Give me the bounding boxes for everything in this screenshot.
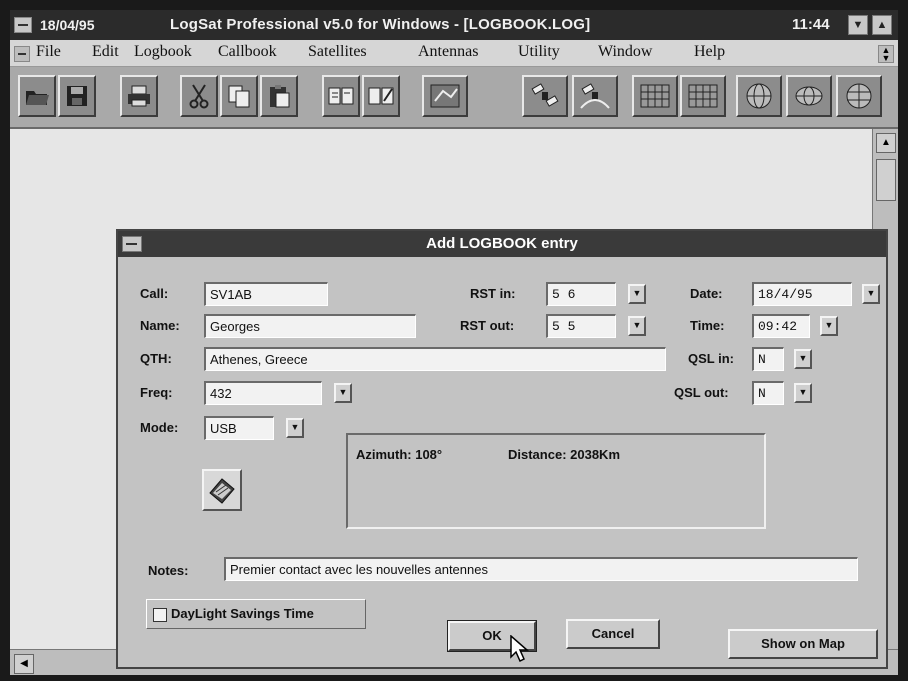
document-menu-icon[interactable] <box>14 46 30 62</box>
menu-edit[interactable]: Edit <box>92 43 119 61</box>
rst-in-label: RST in: <box>470 286 516 301</box>
logbook-edit-icon[interactable] <box>362 75 400 117</box>
rst-in-field[interactable]: 5 6 <box>546 282 616 306</box>
menu-window[interactable]: Window <box>598 43 652 61</box>
time-dropdown-icon[interactable]: ▼ <box>820 316 838 336</box>
copy-icon[interactable] <box>220 75 258 117</box>
qsl-out-field[interactable]: N <box>752 381 784 405</box>
mode-field[interactable]: USB <box>204 416 274 440</box>
dialog-titlebar: Add LOGBOOK entry <box>118 231 886 257</box>
qsl-out-label: QSL out: <box>674 385 729 400</box>
logbook-map-icon[interactable] <box>202 469 242 511</box>
menu-scroll-icon[interactable]: ▲ ▼ <box>878 45 894 63</box>
freq-dropdown-icon[interactable]: ▼ <box>334 383 352 403</box>
rst-out-field[interactable]: 5 5 <box>546 314 616 338</box>
qsl-in-label: QSL in: <box>688 351 734 366</box>
grid-icon[interactable] <box>680 75 726 117</box>
menu-help[interactable]: Help <box>694 43 725 61</box>
notes-label: Notes: <box>148 563 189 578</box>
maximize-button[interactable]: ▲ <box>872 15 892 35</box>
qth-field[interactable]: Athenes, Greece <box>204 347 666 371</box>
app-titlebar: 18/04/95 LogSat Professional v5.0 for Wi… <box>10 10 898 40</box>
rst-out-label: RST out: <box>460 318 515 333</box>
scroll-up-icon[interactable]: ▲ <box>876 133 896 153</box>
azimuth-text: Azimuth: 108° <box>356 447 443 462</box>
menu-logbook[interactable]: Logbook <box>134 43 192 61</box>
toolbar <box>10 67 898 129</box>
menu-callbook[interactable]: Callbook <box>218 43 277 61</box>
daylight-savings-group: DayLight Savings Time <box>146 599 366 629</box>
open-folder-icon[interactable] <box>18 75 56 117</box>
menu-antennas[interactable]: Antennas <box>418 43 478 61</box>
minimize-button[interactable]: ▼ <box>848 15 868 35</box>
print-icon[interactable] <box>120 75 158 117</box>
date-label: Date: <box>690 286 723 301</box>
date-dropdown-icon[interactable]: ▼ <box>862 284 880 304</box>
time-label: Time: <box>690 318 725 333</box>
mode-label: Mode: <box>140 420 179 435</box>
qsl-in-field[interactable]: N <box>752 347 784 371</box>
globe-icon[interactable] <box>736 75 782 117</box>
freq-label: Freq: <box>140 385 173 400</box>
app-title: LogSat Professional v5.0 for Windows - [… <box>170 16 591 33</box>
globe-icon[interactable] <box>836 75 882 117</box>
save-disk-icon[interactable] <box>58 75 96 117</box>
qsl-out-dropdown-icon[interactable]: ▼ <box>794 383 812 403</box>
daylight-savings-label[interactable]: DayLight Savings Time <box>171 606 314 621</box>
logbook-icon[interactable] <box>322 75 360 117</box>
rst-out-dropdown-icon[interactable]: ▼ <box>628 316 646 336</box>
satellite-map-icon[interactable] <box>422 75 468 117</box>
menu-utility[interactable]: Utility <box>518 43 560 61</box>
distance-text: Distance: 2038Km <box>508 447 620 462</box>
name-label: Name: <box>140 318 180 333</box>
azimuth-distance-panel: Azimuth: 108° Distance: 2038Km <box>346 433 766 529</box>
qth-label: QTH: <box>140 351 172 366</box>
qsl-in-dropdown-icon[interactable]: ▼ <box>794 349 812 369</box>
menu-satellites[interactable]: Satellites <box>308 43 367 61</box>
dialog-title: Add LOGBOOK entry <box>426 235 578 252</box>
daylight-savings-checkbox[interactable] <box>153 608 167 622</box>
cut-icon[interactable] <box>180 75 218 117</box>
show-on-map-button[interactable]: Show on Map <box>728 629 878 659</box>
rst-in-dropdown-icon[interactable]: ▼ <box>628 284 646 304</box>
grid-icon[interactable] <box>632 75 678 117</box>
titlebar-date: 18/04/95 <box>40 17 95 33</box>
call-field[interactable]: SV1AB <box>204 282 328 306</box>
satellite-track-icon[interactable] <box>572 75 618 117</box>
freq-field[interactable]: 432 <box>204 381 322 405</box>
scroll-left-icon[interactable]: ◀ <box>14 654 34 674</box>
globe-icon[interactable] <box>786 75 832 117</box>
notes-field[interactable]: Premier contact avec les nouvelles anten… <box>224 557 858 581</box>
call-label: Call: <box>140 286 169 301</box>
system-menu-icon[interactable] <box>14 17 32 33</box>
paste-icon[interactable] <box>260 75 298 117</box>
mouse-cursor-icon <box>510 635 529 663</box>
titlebar-clock: 11:44 <box>792 16 830 33</box>
time-field[interactable]: 09:42 <box>752 314 810 338</box>
add-logbook-dialog: Add LOGBOOK entry Call: SV1AB Name: Geor… <box>116 229 888 669</box>
mode-dropdown-icon[interactable]: ▼ <box>286 418 304 438</box>
scroll-thumb[interactable] <box>876 159 896 201</box>
menu-file[interactable]: File <box>36 43 61 61</box>
satellite-icon[interactable] <box>522 75 568 117</box>
date-field[interactable]: 18/4/95 <box>752 282 852 306</box>
name-field[interactable]: Georges <box>204 314 416 338</box>
cancel-button[interactable]: Cancel <box>566 619 660 649</box>
menu-bar: File Edit Logbook Callbook Satellites An… <box>10 40 898 67</box>
desktop-screen: 18/04/95 LogSat Professional v5.0 for Wi… <box>10 10 898 675</box>
